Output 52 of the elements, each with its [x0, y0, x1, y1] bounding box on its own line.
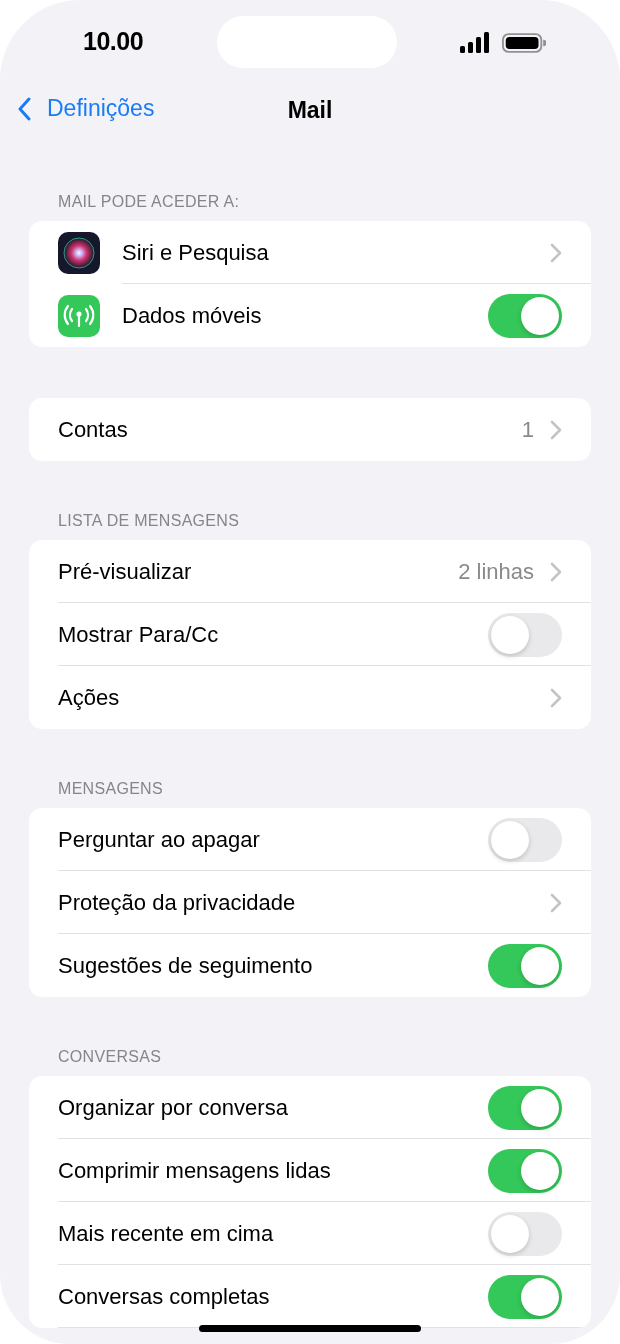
settings-row[interactable]: Siri e Pesquisa [29, 221, 591, 284]
row-label: Sugestões de seguimento [58, 952, 314, 979]
settings-row[interactable]: Perguntar ao apagar [29, 808, 591, 871]
toggle-switch[interactable] [488, 817, 562, 862]
toggle-switch[interactable] [488, 1148, 562, 1193]
settings-row[interactable]: Comprimir mensagens lidas [29, 1139, 591, 1202]
chevron-icon [550, 892, 562, 913]
row-label: Comprimir mensagens lidas [58, 1157, 332, 1184]
settings-row[interactable]: Ações [29, 666, 591, 729]
row-label: Ações [58, 684, 121, 711]
row-label: Organizar por conversa [58, 1094, 289, 1121]
row-label: Pré-visualizar [58, 558, 193, 585]
row-label: Mais recente em cima [58, 1220, 275, 1247]
section-header: CONVERSAS [57, 1047, 163, 1067]
settings-row[interactable]: Organizar por conversa [29, 1076, 591, 1139]
settings-row[interactable]: Contas 1 [29, 398, 591, 461]
section-header: LISTA DE MENSAGENS [57, 511, 241, 531]
chevron-icon [550, 561, 562, 582]
back-button[interactable]: Definições [18, 95, 155, 122]
back-chevron-icon [18, 96, 31, 121]
settings-row[interactable]: Mais recente em cima [29, 1202, 591, 1265]
toggle-switch[interactable] [488, 293, 562, 338]
chevron-icon [550, 687, 562, 708]
toggle-switch[interactable] [488, 1211, 562, 1256]
row-label: Mostrar Para/Cc [58, 621, 220, 648]
row-label: Perguntar ao apagar [58, 826, 261, 853]
row-label: Dados móveis [122, 302, 263, 329]
antenna-icon [58, 294, 100, 337]
row-value: 1 [521, 416, 534, 443]
toggle-switch[interactable] [488, 1274, 562, 1319]
battery-icon [502, 32, 546, 53]
signal-icon [459, 32, 490, 53]
row-label: Contas [58, 416, 129, 443]
chevron-icon [550, 242, 562, 263]
status-time: 10.00 [83, 27, 144, 56]
toggle-switch[interactable] [488, 1085, 562, 1130]
screen-title: Mail [287, 96, 333, 124]
settings-row[interactable]: Mostrar Para/Cc [29, 603, 591, 666]
row-label: Proteção da privacidade [58, 889, 297, 916]
toggle-switch[interactable] [488, 612, 562, 657]
row-value: 2 linhas [458, 558, 534, 585]
settings-row[interactable]: Sugestões de seguimento [29, 934, 591, 997]
toggle-switch[interactable] [488, 943, 562, 988]
chevron-icon [550, 419, 562, 440]
settings-row[interactable]: Pré-visualizar 2 linhas [29, 540, 591, 603]
settings-row[interactable]: Proteção da privacidade [29, 871, 591, 934]
section-header: MENSAGENS [57, 779, 164, 799]
settings-row[interactable]: Dados móveis [29, 284, 591, 347]
siri-icon [58, 231, 100, 274]
row-label: Siri e Pesquisa [122, 239, 270, 266]
row-label: Conversas completas [58, 1283, 271, 1310]
section-header: MAIL PODE ACEDER A: [57, 192, 241, 212]
